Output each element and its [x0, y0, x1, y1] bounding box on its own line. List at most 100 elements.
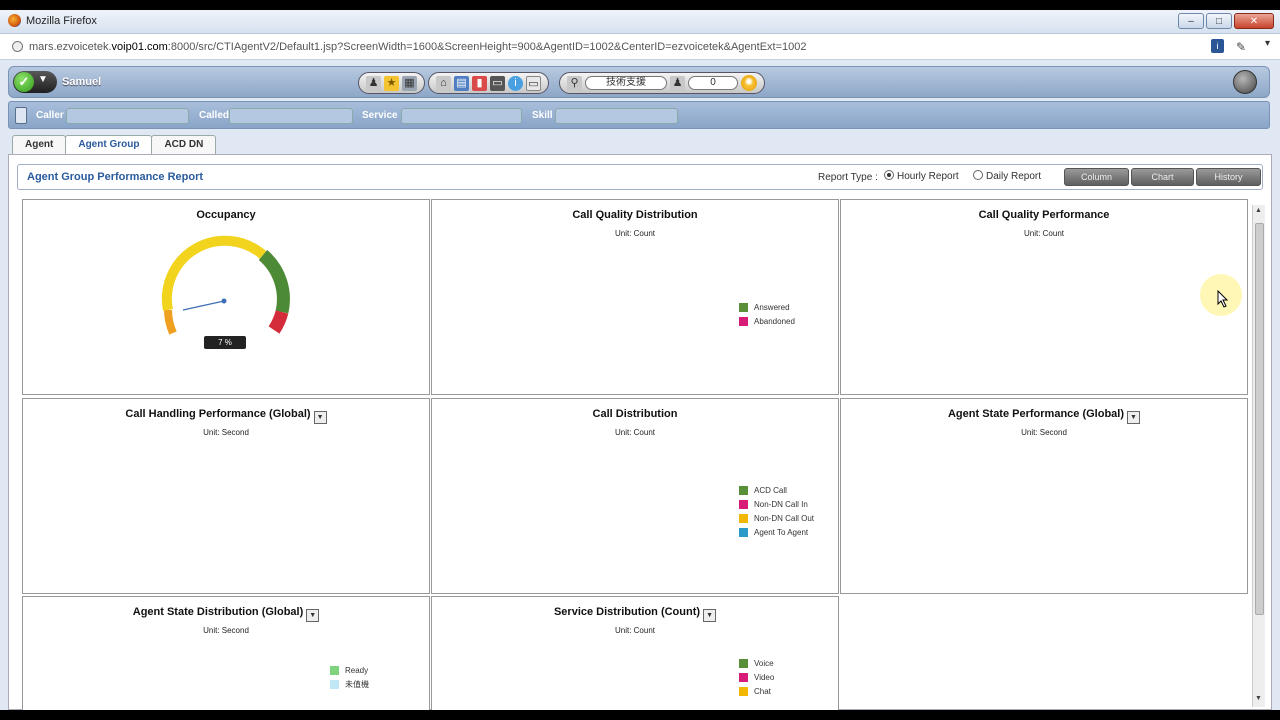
skill-field[interactable]	[555, 108, 678, 124]
firefox-icon	[8, 14, 21, 27]
panel-unit: Unit: Count	[614, 229, 656, 238]
call-info-bar: Caller Called Service Skill	[8, 101, 1270, 129]
chevron-down-icon[interactable]: ▼	[703, 609, 717, 622]
calendar-icon[interactable]: ▦	[402, 75, 417, 91]
mouse-cursor-icon	[1217, 290, 1229, 308]
legend-swatch	[739, 485, 748, 495]
report-chart-icon[interactable]: ▮	[472, 75, 487, 91]
panel-title: Agent State Distribution (Global) ▼	[23, 606, 429, 622]
panel-title: Call Quality Performance	[978, 209, 1110, 221]
agent-icon[interactable]: ♟	[366, 75, 381, 91]
call-handling-performance-panel: Call Handling Performance (Global) ▼ Unit…	[22, 398, 430, 594]
legend-label: Chat	[754, 686, 771, 696]
panel-title: Call Quality Distribution	[572, 209, 698, 221]
phone-icon	[15, 107, 27, 124]
monitor-icon[interactable]: ▭	[490, 75, 505, 91]
history-view-button[interactable]: History	[1196, 168, 1261, 186]
tab-acd-dn[interactable]: ACD DN	[151, 135, 217, 154]
panel-title-text: Agent State Performance (Global)	[947, 408, 1125, 420]
legend-label: Non-DN Call Out	[754, 513, 815, 523]
legend-label: Ready	[345, 665, 369, 675]
info-icon[interactable]: i	[508, 75, 523, 91]
tab-agent-group[interactable]: Agent Group	[65, 135, 153, 155]
vertical-scrollbar[interactable]: ▲ ▼	[1252, 205, 1265, 707]
daily-report-label[interactable]: Daily Report	[986, 171, 1041, 182]
legend-item: Non-DN Call In	[739, 497, 814, 511]
legend-item: Answered	[739, 300, 795, 314]
toolbar-group-1: ♟ ★ ▦	[358, 72, 425, 94]
legend-label: Agent To Agent	[754, 527, 809, 537]
panel-title: Call Handling Performance (Global) ▼	[23, 408, 429, 424]
scroll-down-icon[interactable]: ▼	[1255, 695, 1262, 702]
panel-title: Agent State Performance (Global) ▼	[841, 408, 1247, 424]
chevron-down-icon[interactable]: ▾	[1265, 38, 1270, 49]
legend-label: Video	[754, 672, 775, 682]
chevron-down-icon[interactable]: ▼	[306, 609, 320, 622]
star-icon[interactable]: ★	[384, 75, 399, 91]
queue-count: 0	[688, 76, 738, 90]
legend-label: Voice	[754, 658, 774, 668]
legend-swatch	[739, 499, 748, 509]
legend-swatch	[739, 527, 748, 537]
scroll-up-icon[interactable]: ▲	[1255, 207, 1262, 214]
report-title: Agent Group Performance Report	[27, 171, 204, 183]
service-field[interactable]	[401, 108, 522, 124]
legend-item: 未值機	[330, 677, 369, 691]
called-label: Called	[199, 110, 230, 121]
column-view-button[interactable]: Column	[1064, 168, 1129, 186]
occupancy-gauge	[161, 235, 290, 335]
group-link-icon[interactable]: ⚲	[567, 75, 582, 91]
agent-state-performance-panel: Agent State Performance (Global) ▼ Unit: …	[840, 398, 1248, 594]
legend-swatch	[330, 665, 339, 675]
panel-title-text: Call Handling Performance (Global)	[125, 408, 311, 420]
legend-item: Chat	[739, 684, 774, 698]
tab-agent[interactable]: Agent	[12, 135, 67, 154]
legend-swatch	[739, 302, 748, 312]
legend-item: Voice	[739, 656, 774, 670]
address-bar[interactable]: mars.ezvoicetek.voip01.com:8000/src/CTIA…	[0, 34, 1280, 60]
agent-status-button[interactable]: ✓ ▼	[13, 71, 57, 93]
occupancy-value: 7 %	[204, 336, 246, 349]
panel-unit: Unit: Count	[1023, 229, 1065, 238]
legend-swatch	[739, 316, 748, 326]
legend-item: Abandoned	[739, 314, 795, 328]
user-menu-button[interactable]	[1233, 70, 1257, 94]
toolbar-group-3: ⚲ 技術支援 ♟ 0 ✺	[559, 72, 765, 94]
legend-item: Ready	[330, 663, 369, 677]
legend-label: Non-DN Call In	[754, 499, 808, 509]
panel-title: Service Distribution (Count) ▼	[432, 606, 838, 622]
minimize-button[interactable]: –	[1178, 13, 1204, 29]
window-icon[interactable]: ▭	[526, 75, 541, 91]
toolbar-group-2: ⌂ ▤ ▮ ▭ i ▭	[428, 72, 549, 94]
chart-legend: Voice Video Chat	[739, 656, 774, 698]
called-field[interactable]	[229, 108, 353, 124]
home-icon[interactable]: ⌂	[436, 75, 451, 91]
agent-toolbar: ✓ ▼ Samuel ♟ ★ ▦ ⌂ ▤ ▮ ▭ i ▭ ⚲ 技術支援 ♟ 0 …	[8, 66, 1270, 98]
caller-field[interactable]	[66, 108, 189, 124]
legend-label: ACD Call	[754, 485, 787, 495]
skill-label: Skill	[532, 110, 553, 121]
chevron-down-icon[interactable]: ▼	[313, 411, 327, 424]
group-selector[interactable]: 技術支援	[585, 76, 667, 90]
gauge-needle	[182, 300, 225, 311]
agent-name: Samuel	[62, 76, 102, 88]
url-text[interactable]: mars.ezvoicetek.voip01.com:8000/src/CTIA…	[29, 41, 807, 53]
close-button[interactable]: ✕	[1234, 13, 1274, 29]
info-icon[interactable]: i	[1211, 39, 1224, 53]
legend-item: Agent To Agent	[739, 525, 814, 539]
maximize-button[interactable]: □	[1206, 13, 1232, 29]
scrollbar-thumb[interactable]	[1255, 223, 1264, 615]
sun-icon[interactable]: ✺	[741, 75, 757, 91]
daily-report-radio[interactable]	[973, 170, 983, 180]
speech-bubble-icon[interactable]: ✎	[1236, 40, 1246, 54]
site-identity-icon[interactable]	[12, 41, 23, 52]
chevron-down-icon[interactable]: ▼	[1127, 411, 1141, 424]
hourly-report-radio[interactable]	[884, 170, 894, 180]
browser-window: Mozilla Firefox – □ ✕ mars.ezvoicetek.vo…	[0, 10, 1280, 710]
hourly-report-label[interactable]: Hourly Report	[897, 171, 959, 182]
chart-view-button[interactable]: Chart	[1131, 168, 1194, 186]
agent-state-distribution-panel: Agent State Distribution (Global) ▼ Unit:…	[22, 596, 430, 710]
document-icon[interactable]: ▤	[454, 75, 469, 91]
window-title: Mozilla Firefox	[26, 15, 97, 27]
chart-legend: Answered Abandoned	[739, 300, 795, 328]
